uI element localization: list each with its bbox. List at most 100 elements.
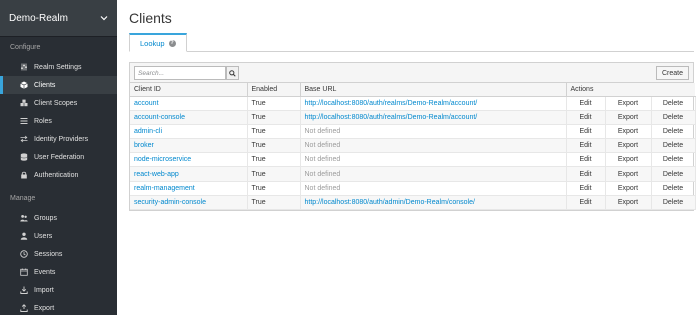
table-row: account-console True http://localhost:8080… [130,110,696,125]
chevron-down-icon [100,14,108,22]
sidebar-item-label: Sessions [34,250,63,258]
manage-nav: Groups Users Sessions Events Import Export [0,209,117,315]
sidebar-item-label: Export [34,304,55,312]
export-button[interactable]: Export [605,152,652,168]
sidebar-item-export[interactable]: Export [0,299,117,315]
sidebar-item-label: Import [34,286,54,294]
create-button[interactable]: Create [655,66,689,80]
client-id-link[interactable]: realm-management [130,181,248,196]
users-icon [20,214,28,222]
delete-button[interactable]: Delete [651,152,696,168]
client-id-link[interactable]: account-console [130,110,248,125]
client-id-link[interactable]: node-microservice [130,152,248,168]
client-id-link[interactable]: admin-cli [130,124,248,140]
sidebar-item-user-federation[interactable]: User Federation [0,148,117,166]
base-url-cell: Not defined [300,181,567,196]
sidebar-item-identity-providers[interactable]: Identity Providers [0,130,117,148]
export-button[interactable]: Export [605,166,652,182]
edit-button[interactable]: Edit [566,152,606,168]
sidebar-item-events[interactable]: Events [0,263,117,281]
sidebar-item-sessions[interactable]: Sessions [0,245,117,263]
edit-button[interactable]: Edit [566,166,606,182]
export-button[interactable]: Export [605,110,652,125]
page-title: Clients [129,10,172,26]
column-header-enabled: Enabled [247,83,301,97]
realm-name: Demo-Realm [9,12,68,24]
table-row: react-web-app True Not defined Edit Export De… [130,166,696,182]
delete-button[interactable]: Delete [651,181,696,196]
configure-nav: Realm Settings Clients Client Scopes Roles I… [0,58,117,184]
export-button[interactable]: Export [605,124,652,140]
client-id-link[interactable]: security-admin-console [130,195,248,211]
table-header-row: Client ID Enabled Base URL Actions [130,83,695,97]
enabled-cell: True [247,166,301,182]
column-header-actions: Actions [566,83,695,97]
delete-button[interactable]: Delete [651,96,696,111]
export-button[interactable]: Export [605,96,652,111]
search-icon [229,69,236,77]
database-icon [20,153,28,161]
delete-button[interactable]: Delete [651,166,696,182]
client-id-link[interactable]: broker [130,138,248,154]
sidebar-item-clients[interactable]: Clients [0,76,117,94]
tab-lookup[interactable]: Lookup ? [129,33,187,52]
import-icon [20,286,28,294]
clients-table: Client ID Enabled Base URL Actions accou… [130,83,696,211]
sidebar-item-label: Users [34,232,53,240]
edit-button[interactable]: Edit [566,138,606,154]
sidebar-item-label: Identity Providers [34,135,89,143]
sidebar-item-import[interactable]: Import [0,281,117,299]
client-id-link[interactable]: account [130,96,248,111]
realm-selector[interactable]: Demo-Realm [0,0,117,37]
edit-button[interactable]: Edit [566,124,606,140]
export-button[interactable]: Export [605,195,652,211]
sidebar-item-users[interactable]: Users [0,227,117,245]
sidebar-item-client-scopes[interactable]: Client Scopes [0,94,117,112]
sidebar-item-roles[interactable]: Roles [0,112,117,130]
delete-button[interactable]: Delete [651,138,696,154]
tab-bar: Lookup ? [129,33,694,52]
base-url-link[interactable]: http://localhost:8080/auth/realms/Demo-R… [300,96,567,111]
enabled-cell: True [247,195,301,211]
enabled-cell: True [247,124,301,140]
column-header-client-id: Client ID [130,83,248,97]
sidebar-item-authentication[interactable]: Authentication [0,166,117,184]
main-content: Clients Lookup ? Create Client ID Enable… [117,0,700,315]
edit-button[interactable]: Edit [566,195,606,211]
table-row: realm-management True Not defined Edit Expor… [130,181,696,196]
sidebar-item-label: Events [34,268,56,276]
export-button[interactable]: Export [605,181,652,196]
edit-button[interactable]: Edit [566,96,606,111]
clock-icon [20,250,28,258]
sidebar-item-label: Client Scopes [34,99,78,107]
sidebar-item-label: Groups [34,214,57,222]
delete-button[interactable]: Delete [651,110,696,125]
sidebar-item-realm-settings[interactable]: Realm Settings [0,58,117,76]
sidebar-item-label: Clients [34,81,56,89]
search-input[interactable] [134,66,226,80]
edit-button[interactable]: Edit [566,181,606,196]
column-header-base-url: Base URL [300,83,567,97]
calendar-icon [20,268,28,276]
sidebar-item-groups[interactable]: Groups [0,209,117,227]
export-button[interactable]: Export [605,138,652,154]
delete-button[interactable]: Delete [651,124,696,140]
table-row: security-admin-console True http://localho… [130,195,696,211]
base-url-link[interactable]: http://localhost:8080/auth/admin/Demo-Re… [300,195,567,211]
table-toolbar: Create [130,63,693,83]
base-url-link[interactable]: http://localhost:8080/auth/realms/Demo-R… [300,110,567,125]
sliders-icon [20,63,28,71]
delete-button[interactable]: Delete [651,195,696,211]
sidebar-item-label: User Federation [34,153,85,161]
exchange-icon [20,135,28,143]
sidebar-item-label: Roles [34,117,52,125]
help-icon[interactable]: ? [168,39,176,47]
enabled-cell: True [247,96,301,111]
enabled-cell: True [247,110,301,125]
edit-button[interactable]: Edit [566,110,606,125]
manage-section-label: Manage [10,195,36,202]
configure-section-label: Configure [10,44,41,51]
client-id-link[interactable]: react-web-app [130,166,248,182]
sidebar-item-label: Realm Settings [34,63,82,71]
search-button[interactable] [226,66,239,80]
